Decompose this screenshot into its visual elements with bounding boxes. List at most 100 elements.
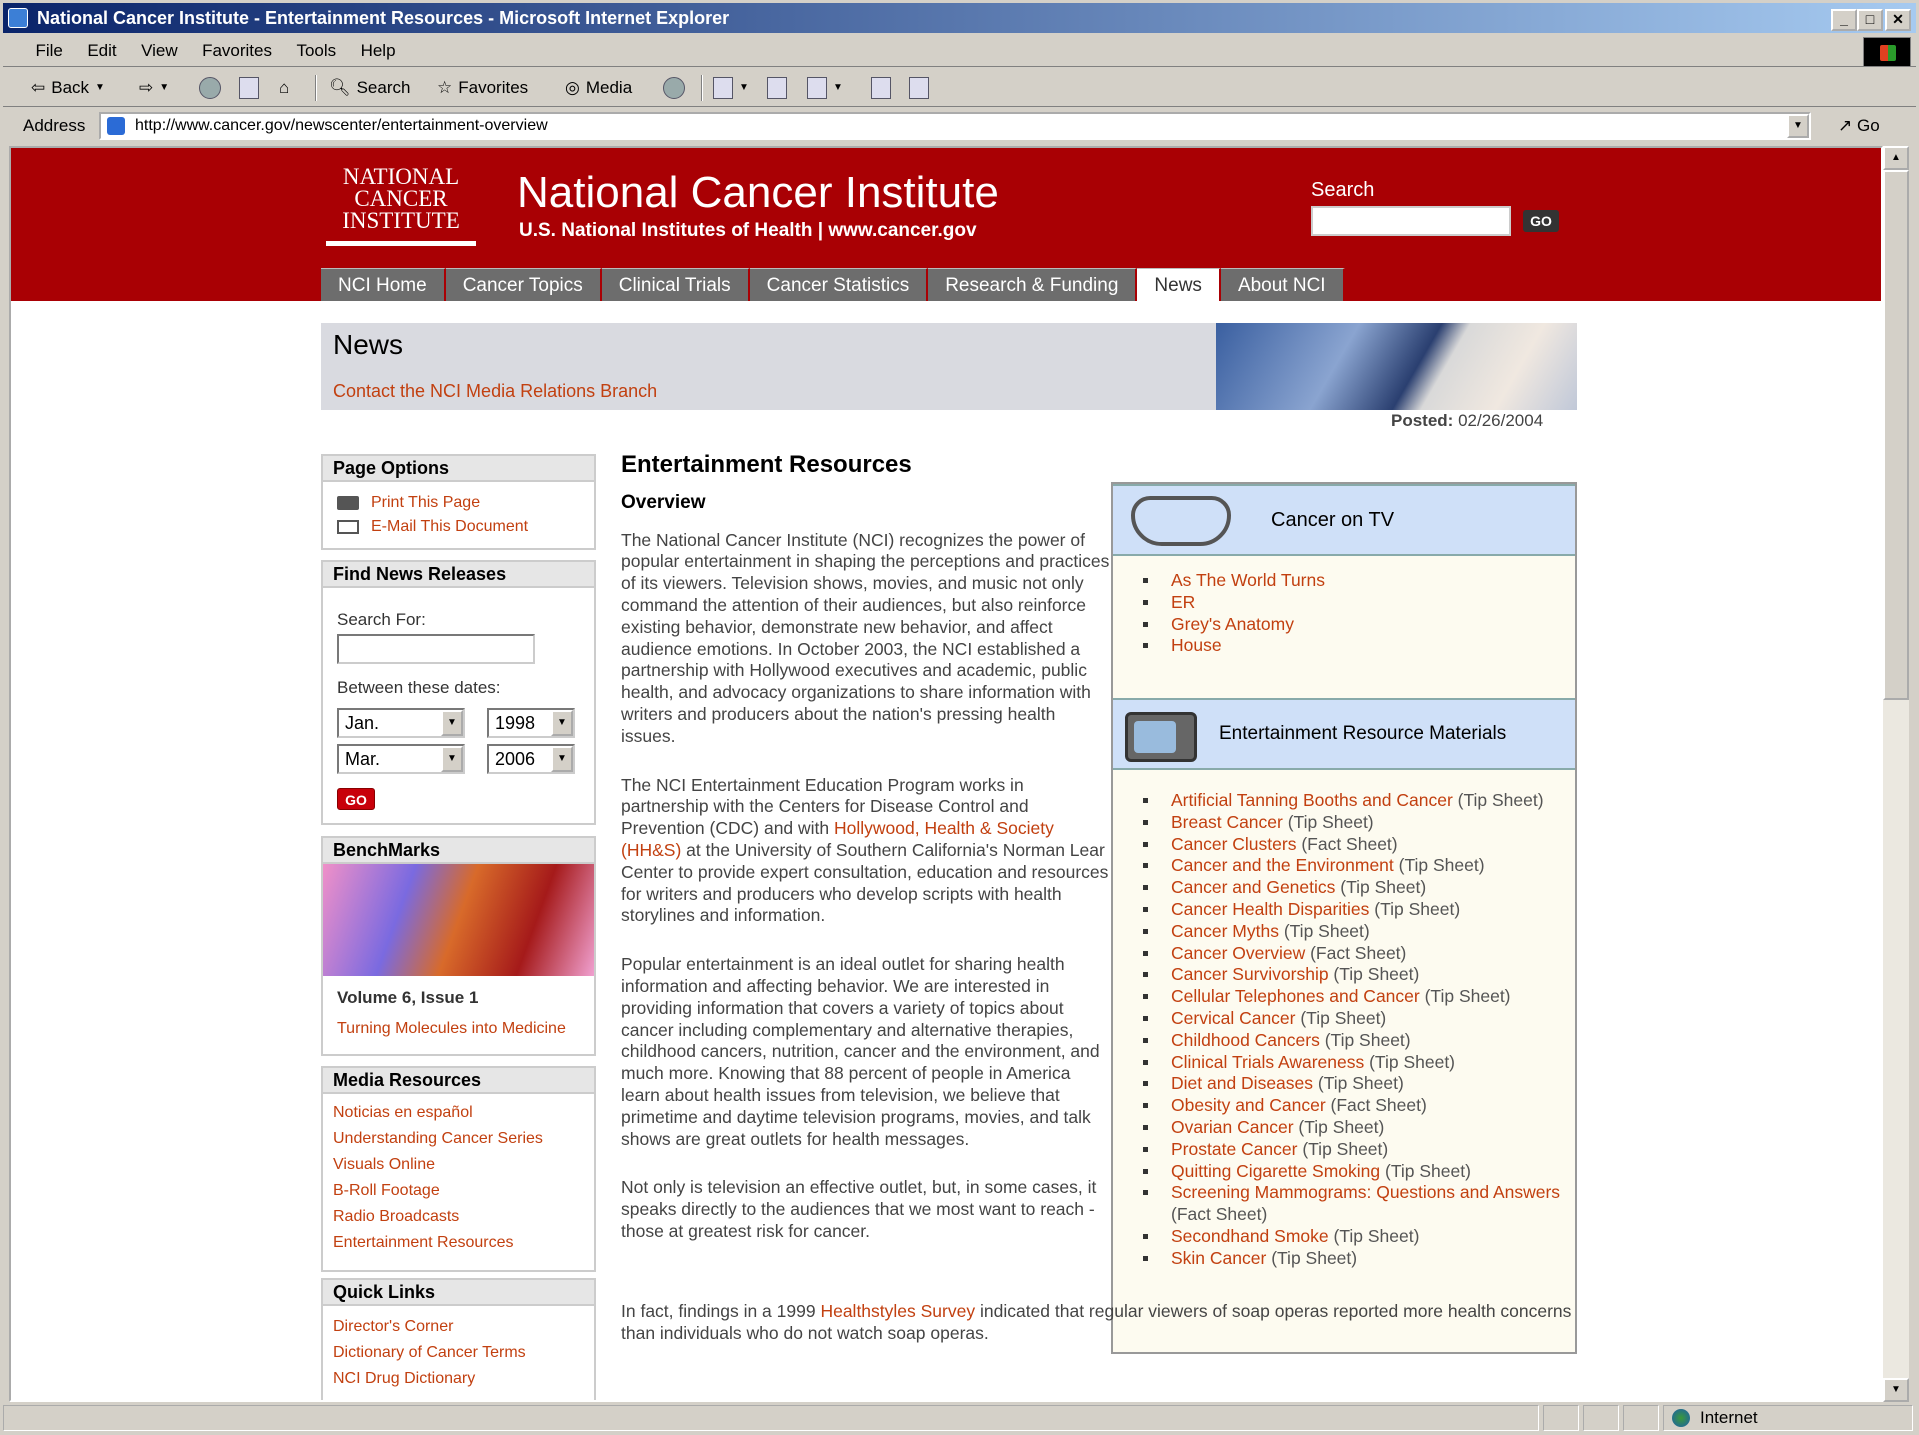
vertical-scrollbar[interactable]: ▲ ▼: [1883, 146, 1909, 1402]
discuss-button[interactable]: [871, 73, 891, 103]
back-button[interactable]: ⇦ Back ▼: [31, 73, 105, 103]
refresh-button[interactable]: [239, 73, 259, 103]
resource-link[interactable]: Quitting Cigarette Smoking: [1171, 1161, 1380, 1181]
favorites-button[interactable]: ☆ Favorites: [437, 73, 528, 103]
benchmarks-link[interactable]: Turning Molecules into Medicine: [337, 1020, 566, 1037]
news-search-go-button[interactable]: GO: [337, 788, 375, 810]
resource-link[interactable]: Ovarian Cancer: [1171, 1117, 1294, 1137]
scroll-up-button[interactable]: ▲: [1883, 146, 1909, 170]
quick-link-drug-dictionary[interactable]: NCI Drug Dictionary: [333, 1370, 526, 1388]
home-button[interactable]: ⌂: [279, 73, 289, 103]
tv-link-house[interactable]: House: [1171, 635, 1222, 655]
address-input[interactable]: http://www.cancer.gov/newscenter/enterta…: [99, 112, 1811, 140]
forward-arrow-icon: ⇨: [139, 78, 154, 97]
resource-link[interactable]: Cancer Myths: [1171, 921, 1279, 941]
maximize-button[interactable]: □: [1857, 9, 1883, 31]
resource-link[interactable]: Cancer Survivorship: [1171, 964, 1329, 984]
benchmarks-issue: Volume 6, Issue 1: [337, 988, 479, 1007]
start-month-select[interactable]: Jan. ▼: [337, 708, 465, 738]
tv-link-as-the-world-turns[interactable]: As The World Turns: [1171, 570, 1325, 590]
menu-favorites[interactable]: Favorites: [192, 35, 282, 67]
back-arrow-icon: ⇦: [31, 78, 46, 97]
menu-tools[interactable]: Tools: [286, 35, 346, 67]
menu-edit[interactable]: Edit: [77, 35, 126, 67]
resource-link[interactable]: Cellular Telephones and Cancer: [1171, 986, 1420, 1006]
search-button[interactable]: 🔍︎ Search: [329, 73, 410, 103]
resource-type: (Tip Sheet): [1393, 855, 1485, 876]
media-relations-link[interactable]: Contact the NCI Media Relations Branch: [333, 381, 657, 402]
list-item: Ovarian Cancer (Tip Sheet): [1143, 1117, 1563, 1139]
resource-link[interactable]: Cancer and the Environment: [1171, 855, 1394, 875]
messenger-button[interactable]: [909, 73, 929, 103]
healthstyles-survey-link[interactable]: Healthstyles Survey: [820, 1301, 975, 1321]
nav-news[interactable]: News: [1137, 268, 1221, 301]
tv-link-greys-anatomy[interactable]: Grey's Anatomy: [1171, 614, 1294, 634]
resource-type: (Tip Sheet): [1419, 986, 1511, 1007]
media-link-radio[interactable]: Radio Broadcasts: [333, 1208, 543, 1226]
resource-link[interactable]: Cancer Clusters: [1171, 834, 1296, 854]
resource-link[interactable]: Cancer and Genetics: [1171, 877, 1335, 897]
mail-button[interactable]: ▼: [713, 73, 749, 103]
edit-button[interactable]: ▼: [807, 73, 843, 103]
nav-cancer-topics[interactable]: Cancer Topics: [445, 268, 602, 301]
start-year-select[interactable]: 1998 ▼: [487, 708, 575, 738]
go-button[interactable]: ↗ Go: [1838, 108, 1880, 144]
scroll-thumb[interactable]: [1883, 170, 1909, 700]
resource-link[interactable]: Artificial Tanning Booths and Cancer: [1171, 790, 1453, 810]
resource-link[interactable]: Breast Cancer: [1171, 812, 1283, 832]
media-link-noticias[interactable]: Noticias en español: [333, 1104, 543, 1122]
media-link-b-roll[interactable]: B-Roll Footage: [333, 1182, 543, 1200]
resource-link[interactable]: Cancer Health Disparities: [1171, 899, 1369, 919]
resource-link[interactable]: Secondhand Smoke: [1171, 1226, 1329, 1246]
media-button[interactable]: ◎ Media: [565, 73, 632, 103]
resource-link[interactable]: Obesity and Cancer: [1171, 1095, 1326, 1115]
close-button[interactable]: ✕: [1885, 9, 1911, 31]
site-search-go-button[interactable]: GO: [1523, 210, 1559, 232]
resource-link[interactable]: Cancer Overview: [1171, 943, 1305, 963]
email-document-link[interactable]: E-Mail This Document: [371, 518, 528, 536]
resource-link[interactable]: Screening Mammograms: Questions and Answ…: [1171, 1182, 1560, 1202]
history-button[interactable]: [663, 73, 685, 103]
nav-nci-home[interactable]: NCI Home: [321, 268, 446, 301]
nav-cancer-statistics[interactable]: Cancer Statistics: [749, 268, 929, 301]
resource-link[interactable]: Clinical Trials Awareness: [1171, 1052, 1369, 1072]
benchmarks-image[interactable]: [323, 864, 594, 976]
nci-logo[interactable]: NATIONAL CANCER INSTITUTE: [326, 165, 476, 246]
stop-button[interactable]: [199, 73, 221, 103]
resource-link[interactable]: Skin Cancer: [1171, 1248, 1266, 1268]
media-link-understanding-cancer[interactable]: Understanding Cancer Series: [333, 1130, 543, 1148]
benchmarks-box: BenchMarks Volume 6, Issue 1 Turning Mol…: [321, 836, 596, 1056]
nav-clinical-trials[interactable]: Clinical Trials: [601, 268, 750, 301]
list-item: ER: [1143, 592, 1563, 614]
address-dropdown-button[interactable]: ▼: [1787, 114, 1809, 138]
menu-file[interactable]: File: [25, 35, 72, 67]
end-year-select[interactable]: 2006 ▼: [487, 744, 575, 774]
news-search-input[interactable]: [337, 634, 535, 664]
posted-date: Posted: 02/26/2004: [1391, 411, 1544, 430]
nav-research-funding[interactable]: Research & Funding: [928, 268, 1138, 301]
resource-link[interactable]: Prostate Cancer: [1171, 1139, 1297, 1159]
menu-help[interactable]: Help: [351, 35, 406, 67]
minimize-button[interactable]: _: [1831, 9, 1857, 31]
go-arrow-icon: ↗: [1838, 116, 1857, 135]
resource-link[interactable]: Diet and Diseases: [1171, 1073, 1313, 1093]
print-page-link[interactable]: Print This Page: [371, 494, 480, 512]
scroll-down-button[interactable]: ▼: [1883, 1378, 1909, 1402]
paragraph-2: The NCI Entertainment Education Program …: [621, 774, 1109, 926]
media-resources-title: Media Resources: [323, 1068, 594, 1094]
list-item: Cellular Telephones and Cancer (Tip Shee…: [1143, 986, 1563, 1008]
resource-materials-header: Entertainment Resource Materials: [1113, 698, 1575, 770]
menu-view[interactable]: View: [131, 35, 188, 67]
media-link-entertainment[interactable]: Entertainment Resources: [333, 1234, 543, 1252]
nav-about-nci[interactable]: About NCI: [1220, 268, 1345, 301]
site-search-input[interactable]: [1311, 206, 1511, 236]
resource-link[interactable]: Childhood Cancers: [1171, 1030, 1320, 1050]
forward-button[interactable]: ⇨ ▼: [139, 73, 169, 103]
quick-link-directors-corner[interactable]: Director's Corner: [333, 1318, 526, 1336]
media-link-visuals-online[interactable]: Visuals Online: [333, 1156, 543, 1174]
quick-link-dictionary[interactable]: Dictionary of Cancer Terms: [333, 1344, 526, 1362]
end-month-select[interactable]: Mar. ▼: [337, 744, 465, 774]
tv-link-er[interactable]: ER: [1171, 592, 1195, 612]
print-button[interactable]: [767, 73, 787, 103]
resource-link[interactable]: Cervical Cancer: [1171, 1008, 1295, 1028]
